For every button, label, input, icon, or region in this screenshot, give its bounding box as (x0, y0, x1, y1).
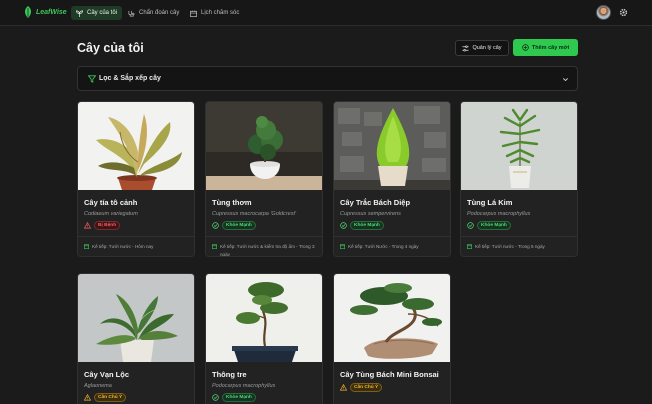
calendar-icon (190, 9, 197, 17)
divider (334, 236, 450, 237)
plant-scientific-name: Aglaonema (84, 383, 112, 389)
plant-photo (78, 274, 194, 362)
divider (78, 236, 194, 237)
filter-sort-panel[interactable]: Lọc & Sắp xếp cây (77, 66, 578, 91)
warning-icon (84, 394, 91, 401)
tab-care-schedule[interactable]: Lịch chăm sóc (185, 6, 244, 20)
next-task: Kế tiếp: Tưới nước & kiểm tra độ ẩm - Tr… (212, 243, 320, 257)
next-task-text: Kế tiếp: Tưới Nước - Trong 4 ngày (348, 244, 419, 249)
next-task-text: Kế tiếp: Tưới nước - Hôm nay (92, 244, 154, 249)
plant-photo (334, 274, 450, 362)
status-badge: Khỏe Mạnh (222, 221, 256, 230)
gear-icon[interactable] (619, 8, 628, 17)
next-task: Kế tiếp: Tưới nước - Hôm nay (84, 243, 192, 251)
status-badge: Cần Chú Ý (350, 383, 383, 392)
plant-card[interactable]: Cây Vạn Lộc Aglaonema Cần Chú Ý (77, 273, 195, 404)
status-badge: Khỏe Mạnh (477, 221, 511, 230)
plant-photo (334, 102, 450, 190)
check-circle-icon (340, 222, 347, 229)
filter-icon (88, 75, 96, 83)
tab-my-plants[interactable]: Cây của tôi (71, 6, 123, 20)
stethoscope-icon (128, 10, 135, 16)
status-row: Khỏe Mạnh (212, 221, 256, 230)
sliders-icon (462, 45, 470, 51)
plant-scientific-name: Codiaeum variegatum (84, 211, 138, 217)
avatar[interactable] (596, 5, 611, 20)
tab-diagnosis[interactable]: Chẩn đoán cây (123, 6, 184, 20)
plus-circle-icon (522, 44, 529, 51)
brand-logo[interactable]: LeafWise (23, 6, 67, 18)
next-task-text: Kế tiếp: Tưới nước & kiểm tra độ ẩm - Tr… (220, 244, 315, 257)
warning-icon (84, 222, 91, 229)
plant-photo (78, 102, 194, 190)
add-plant-button[interactable]: Thêm cây mới (513, 39, 578, 56)
plant-name: Tùng thơm (212, 198, 252, 207)
status-badge: Khỏe Mạnh (222, 393, 256, 402)
check-circle-icon (212, 394, 219, 401)
divider (461, 236, 577, 237)
status-row: Khỏe Mạnh (212, 393, 256, 402)
plant-name: Cây Trắc Bách Diệp (340, 198, 411, 207)
plant-scientific-name: Cupressus macrocarpa 'Goldcrest' (212, 211, 297, 217)
calendar-icon (340, 244, 345, 249)
plant-name: Cây tía tô cảnh (84, 198, 138, 207)
next-task: Kế tiếp: Tưới nước - Trong 5 ngày (467, 243, 575, 251)
check-circle-icon (212, 222, 219, 229)
sprout-icon (76, 10, 83, 17)
status-row: Khỏe Mạnh (467, 221, 511, 230)
manage-plants-button[interactable]: Quản lý cây (455, 40, 509, 56)
page-title: Cây của tôi (77, 41, 144, 55)
add-plant-label: Thêm cây mới (531, 44, 570, 51)
brand-name: LeafWise (36, 8, 67, 16)
next-task: Kế tiếp: Tưới Nước - Trong 4 ngày (340, 243, 448, 251)
status-badge: Cần Chú Ý (94, 393, 127, 402)
plant-scientific-name: Podocarpus macrophyllus (467, 211, 531, 217)
status-badge: Khỏe Mạnh (350, 221, 384, 230)
next-task-text: Kế tiếp: Tưới nước - Trong 5 ngày (475, 244, 545, 249)
tab-label: Chẩn đoán cây (139, 10, 180, 16)
status-badge: Bị Bệnh (94, 221, 121, 230)
tab-label: Lịch chăm sóc (201, 10, 240, 16)
plant-card[interactable]: Tùng Lá Kim Podocarpus macrophyllus Khỏe… (460, 101, 578, 257)
chevron-down-icon (563, 78, 568, 82)
top-nav: LeafWise Cây của tôi Chẩn đoán cây Lịch … (0, 0, 652, 26)
plant-card[interactable]: Cây Trắc Bách Diệp Cupressus semperviren… (333, 101, 451, 257)
leaf-icon (25, 6, 31, 18)
status-row: Cần Chú Ý (340, 383, 383, 392)
manage-plants-label: Quản lý cây (472, 45, 502, 51)
plant-name: Cây Tùng Bách Mini Bonsai (340, 370, 439, 379)
plant-card[interactable]: Tùng thơm Cupressus macrocarpa 'Goldcres… (205, 101, 323, 257)
tab-label: Cây của tôi (87, 10, 118, 16)
filter-label: Lọc & Sắp xếp cây (99, 75, 161, 82)
plant-card[interactable]: Cây Tùng Bách Mini Bonsai Cần Chú Ý (333, 273, 451, 404)
calendar-icon (467, 244, 472, 249)
plant-scientific-name: Podocarpus macrophyllus (212, 383, 276, 389)
status-row: Khỏe Mạnh (340, 221, 384, 230)
plant-scientific-name: Cupressus sempervirens (340, 211, 401, 217)
plant-photo (206, 102, 322, 190)
warning-icon (340, 384, 347, 391)
plant-photo (461, 102, 577, 190)
plant-photo (206, 274, 322, 362)
divider (206, 236, 322, 237)
plant-name: Thông tre (212, 370, 247, 379)
status-row: Bị Bệnh (84, 221, 121, 230)
calendar-icon (84, 244, 89, 249)
plant-card[interactable]: Cây tía tô cảnh Codiaeum variegatum Bị B… (77, 101, 195, 257)
check-circle-icon (467, 222, 474, 229)
plant-card[interactable]: Thông tre Podocarpus macrophyllus Khỏe M… (205, 273, 323, 404)
calendar-icon (212, 244, 217, 249)
plant-name: Tùng Lá Kim (467, 198, 513, 207)
plant-name: Cây Vạn Lộc (84, 370, 130, 379)
status-row: Cần Chú Ý (84, 393, 127, 402)
